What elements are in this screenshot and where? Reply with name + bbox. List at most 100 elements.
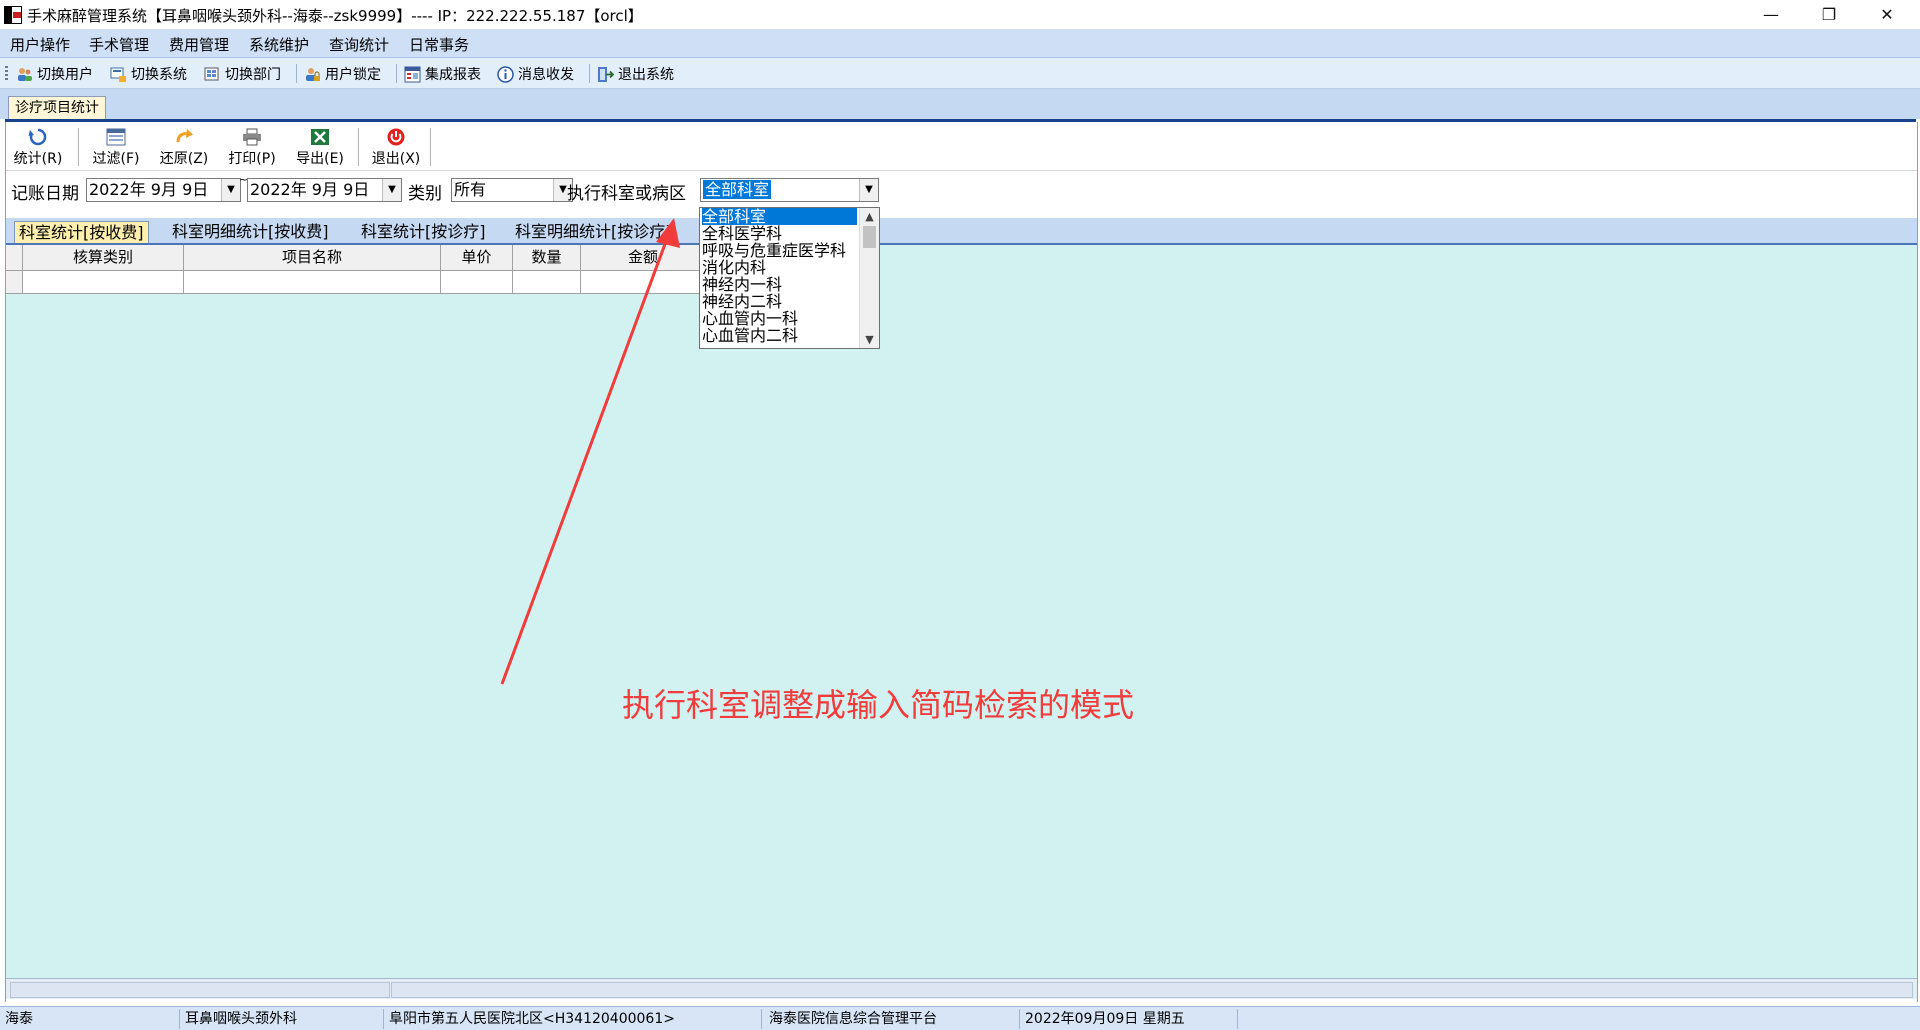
chevron-down-icon[interactable]: ▼	[382, 179, 401, 201]
restore-data-button[interactable]: 还原(Z)	[154, 128, 214, 168]
integrated-report-button[interactable]: 集成报表	[404, 63, 481, 85]
status-user: 海泰	[2, 1009, 180, 1029]
filter-button[interactable]: 过滤(F)	[86, 128, 146, 168]
category-value: 所有	[454, 180, 487, 199]
export-button[interactable]: 导出(E)	[290, 128, 350, 168]
grid-cell[interactable]	[441, 271, 513, 293]
chevron-down-icon[interactable]: ▼	[221, 179, 240, 201]
data-grid[interactable]: 核算类别 项目名称 单价 数量 金额	[6, 245, 1917, 978]
menu-daily-affairs[interactable]: 日常事务	[409, 34, 469, 55]
status-date: 2022年09月09日 星期五	[1022, 1009, 1238, 1029]
switch-department-label: 切换部门	[225, 67, 281, 83]
department-dropdown-list[interactable]: 全部科室 全科医学科 呼吸与危重症医学科 消化内科 神经内一科 神经内二科 心血…	[699, 207, 880, 349]
chevron-up-icon[interactable]: ▲	[860, 208, 879, 225]
chevron-down-icon[interactable]: ▼	[859, 179, 878, 201]
list-item[interactable]: 消化内科	[702, 259, 857, 276]
print-button[interactable]: 打印(P)	[222, 128, 282, 168]
list-item[interactable]: 全科医学科	[702, 225, 857, 242]
grid-horizontal-scrollbar[interactable]	[6, 978, 1917, 999]
grid-cell[interactable]	[513, 271, 581, 293]
grid-corner[interactable]	[6, 245, 23, 270]
grid-header: 核算类别 项目名称 单价 数量 金额	[6, 245, 706, 271]
menu-user-ops[interactable]: 用户操作	[10, 34, 70, 55]
status-bar: 海泰 耳鼻咽喉头颈外科 阜阳市第五人民医院北区<H34120400061> 海泰…	[0, 1006, 1920, 1030]
tab-dept-detail-stats-by-clinical[interactable]: 科室明细统计[按诊疗]	[511, 221, 676, 243]
filter-bar: 记账日期 2022年 9月 9日 ▼ ~ 2022年 9月 9日 ▼ 类别 所有…	[6, 171, 1917, 205]
close-button[interactable]: ✕	[1858, 0, 1916, 29]
tab-clinical-item-stats[interactable]: 诊疗项目统计	[8, 96, 106, 119]
statistics-button[interactable]: 统计(R)	[8, 128, 68, 168]
exit-system-button[interactable]: 退出系统	[597, 63, 674, 85]
scrollbar-track[interactable]	[391, 982, 1913, 998]
table-row[interactable]	[6, 271, 706, 294]
list-item[interactable]: 心血管内一科	[702, 310, 857, 327]
minimize-button[interactable]: —	[1742, 0, 1800, 29]
messages-label: 消息收发	[518, 67, 574, 83]
grid-cell[interactable]	[184, 271, 441, 293]
column-header-quantity[interactable]: 数量	[513, 245, 581, 270]
date-from-picker[interactable]: 2022年 9月 9日 ▼	[86, 178, 241, 202]
department-select[interactable]: 全部科室 ▼	[700, 178, 879, 202]
menu-system-maintenance[interactable]: 系统维护	[249, 34, 309, 55]
exit-system-icon	[597, 66, 615, 83]
column-header-amount[interactable]: 金额	[581, 245, 706, 270]
scrollbar-track[interactable]	[10, 982, 390, 998]
sub-toolbar-separator	[358, 128, 359, 166]
date-to-value: 2022年 9月 9日	[250, 180, 370, 199]
report-icon	[404, 66, 421, 83]
scrollbar-thumb[interactable]	[863, 226, 876, 248]
restore-button[interactable]: ❐	[1800, 0, 1858, 29]
switch-system-button[interactable]: 切换系统	[110, 63, 187, 85]
date-to-picker[interactable]: 2022年 9月 9日 ▼	[247, 178, 402, 202]
switch-user-button[interactable]: 切换用户	[16, 63, 93, 85]
row-header[interactable]	[6, 271, 23, 293]
annotation-text: 执行科室调整成输入简码检索的模式	[622, 686, 1135, 724]
grid-cell[interactable]	[581, 271, 706, 293]
chevron-down-icon[interactable]: ▼	[860, 331, 879, 348]
exit-button[interactable]: 退出(X)	[366, 128, 426, 168]
tab-dept-detail-stats-by-fee[interactable]: 科室明细统计[按收费]	[168, 221, 333, 243]
list-item[interactable]: 神经内一科	[702, 276, 857, 293]
undo-icon	[174, 128, 194, 146]
inner-tab-strip: 科室统计[按收费] 科室明细统计[按收费] 科室统计[按诊疗] 科室明细统计[按…	[6, 218, 1917, 244]
printer-icon	[242, 128, 262, 146]
menu-bar: 用户操作 手术管理 费用管理 系统维护 查询统计 日常事务	[0, 29, 1920, 58]
print-label: 打印(P)	[228, 151, 276, 167]
department-value[interactable]: 全部科室	[703, 180, 772, 199]
menu-query-stats[interactable]: 查询统计	[329, 34, 389, 55]
category-select[interactable]: 所有 ▼	[451, 178, 573, 202]
toolbar-separator	[396, 64, 397, 83]
tab-dept-stats-by-clinical[interactable]: 科室统计[按诊疗]	[357, 221, 490, 243]
toolbar-separator	[589, 64, 590, 83]
exit-label: 退出(X)	[371, 151, 421, 167]
filter-label: 过滤(F)	[92, 151, 140, 167]
messages-button[interactable]: 消息收发	[497, 63, 574, 85]
list-item[interactable]: 心血管内二科	[702, 327, 857, 344]
status-platform: 海泰医院信息综合管理平台	[766, 1009, 1020, 1029]
list-item[interactable]: 神经内二科	[702, 293, 857, 310]
column-header-item-name[interactable]: 项目名称	[184, 245, 441, 270]
status-hospital: 阜阳市第五人民医院北区<H34120400061>	[386, 1009, 762, 1029]
list-item[interactable]: 呼吸与危重症医学科	[702, 242, 857, 259]
status-department: 耳鼻咽喉头颈外科	[182, 1009, 384, 1029]
exit-system-label: 退出系统	[618, 67, 674, 83]
switch-user-label: 切换用户	[37, 67, 93, 83]
switch-system-label: 切换系统	[131, 67, 187, 83]
switch-department-button[interactable]: 切换部门	[204, 63, 281, 85]
dropdown-scrollbar[interactable]: ▲ ▼	[859, 208, 879, 348]
menu-fees[interactable]: 费用管理	[169, 34, 229, 55]
department-icon	[204, 66, 221, 83]
refresh-icon	[28, 128, 48, 146]
column-header-accounting-category[interactable]: 核算类别	[23, 245, 184, 270]
date-from-value: 2022年 9月 9日	[89, 180, 209, 199]
column-header-unit-price[interactable]: 单价	[441, 245, 513, 270]
grid-cell[interactable]	[23, 271, 184, 293]
tab-dept-stats-by-fee[interactable]: 科室统计[按收费]	[14, 221, 149, 244]
toolbar-grip[interactable]	[5, 66, 8, 82]
user-lock-button[interactable]: 用户锁定	[304, 63, 381, 85]
info-icon	[497, 65, 514, 83]
excel-export-icon	[310, 128, 330, 146]
list-item[interactable]: 全部科室	[702, 208, 857, 225]
menu-surgery[interactable]: 手术管理	[89, 34, 149, 55]
switch-system-icon	[110, 66, 127, 83]
